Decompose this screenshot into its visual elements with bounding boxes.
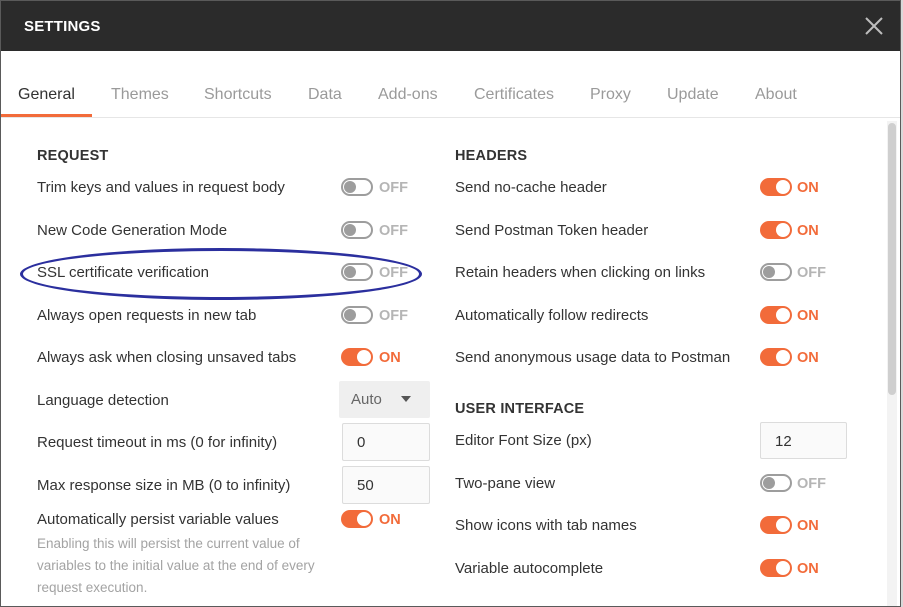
ssl-verification-toggle[interactable] — [341, 263, 373, 281]
ssl-verification-state: OFF — [379, 265, 408, 281]
postman-token-toggle[interactable] — [760, 221, 792, 239]
close-icon[interactable] — [863, 15, 885, 37]
follow-redirects-label: Automatically follow redirects — [455, 307, 649, 324]
editor-font-size-label: Editor Font Size (px) — [455, 432, 592, 449]
tab-icons-label: Show icons with tab names — [455, 517, 637, 534]
anonymous-usage-toggle[interactable] — [760, 348, 792, 366]
tab-add-ons[interactable]: Add-ons — [378, 86, 438, 104]
ask-close-label: Always ask when closing unsaved tabs — [37, 349, 297, 366]
tab-certificates[interactable]: Certificates — [474, 86, 554, 104]
open-new-tab-toggle[interactable] — [341, 306, 373, 324]
variable-autocomplete-state: ON — [797, 561, 819, 577]
title-bar: SETTINGS — [1, 1, 900, 51]
retain-headers-toggle[interactable] — [760, 263, 792, 281]
trim-keys-toggle[interactable] — [341, 178, 373, 196]
tab-general[interactable]: General — [18, 86, 75, 104]
postman-token-state: ON — [797, 223, 819, 239]
settings-dialog: SETTINGS General Themes Shortcuts Data A… — [0, 0, 901, 607]
tab-icons-toggle[interactable] — [760, 516, 792, 534]
settings-tabs: General Themes Shortcuts Data Add-ons Ce… — [1, 51, 900, 118]
two-pane-toggle[interactable] — [760, 474, 792, 492]
codegen-mode-label: New Code Generation Mode — [37, 222, 228, 239]
active-tab-indicator — [1, 114, 92, 117]
request-section-title: REQUEST — [37, 148, 109, 164]
no-cache-state: ON — [797, 180, 819, 196]
trim-keys-label: Trim keys and values in request body — [37, 179, 285, 196]
scrollbar[interactable] — [887, 121, 897, 606]
persist-variables-state: ON — [379, 512, 401, 528]
persist-variables-toggle[interactable] — [341, 510, 373, 528]
no-cache-label: Send no-cache header — [455, 179, 607, 196]
follow-redirects-state: ON — [797, 308, 819, 324]
request-timeout-input[interactable]: 0 — [342, 423, 430, 461]
variable-autocomplete-label: Variable autocomplete — [455, 560, 604, 577]
anonymous-usage-label: Send anonymous usage data to Postman — [455, 349, 731, 366]
dialog-title: SETTINGS — [24, 18, 101, 35]
no-cache-toggle[interactable] — [760, 178, 792, 196]
tab-update[interactable]: Update — [667, 86, 719, 104]
chevron-down-icon — [401, 396, 411, 402]
variable-autocomplete-toggle[interactable] — [760, 559, 792, 577]
tab-proxy[interactable]: Proxy — [590, 86, 631, 104]
max-response-size-input[interactable]: 50 — [342, 466, 430, 504]
editor-font-size-input[interactable]: 12 — [760, 422, 847, 459]
codegen-mode-toggle[interactable] — [341, 221, 373, 239]
tab-shortcuts[interactable]: Shortcuts — [204, 86, 272, 104]
codegen-mode-state: OFF — [379, 223, 408, 239]
max-response-size-label: Max response size in MB (0 to infinity) — [37, 477, 291, 494]
retain-headers-state: OFF — [797, 265, 826, 281]
postman-token-label: Send Postman Token header — [455, 222, 649, 239]
follow-redirects-toggle[interactable] — [760, 306, 792, 324]
language-detection-select[interactable]: Auto — [339, 381, 430, 418]
tab-themes[interactable]: Themes — [111, 86, 169, 104]
trim-keys-state: OFF — [379, 180, 408, 196]
ask-close-toggle[interactable] — [341, 348, 373, 366]
request-timeout-label: Request timeout in ms (0 for infinity) — [37, 434, 278, 451]
ask-close-state: ON — [379, 350, 401, 366]
two-pane-label: Two-pane view — [455, 475, 556, 492]
open-new-tab-state: OFF — [379, 308, 408, 324]
ui-section-title: USER INTERFACE — [455, 401, 585, 417]
headers-section-title: HEADERS — [455, 148, 528, 164]
tab-icons-state: ON — [797, 518, 819, 534]
language-detection-label: Language detection — [37, 392, 169, 409]
scrollbar-thumb[interactable] — [888, 123, 896, 395]
two-pane-state: OFF — [797, 476, 826, 492]
ssl-verification-label: SSL certificate verification — [37, 264, 210, 281]
tab-about[interactable]: About — [755, 86, 797, 104]
persist-variables-label: Automatically persist variable values — [37, 511, 279, 528]
persist-variables-help: Enabling this will persist the current v… — [37, 536, 315, 595]
anonymous-usage-state: ON — [797, 350, 819, 366]
open-new-tab-label: Always open requests in new tab — [37, 307, 257, 324]
tab-data[interactable]: Data — [308, 86, 342, 104]
language-detection-value: Auto — [351, 391, 382, 408]
retain-headers-label: Retain headers when clicking on links — [455, 264, 706, 281]
